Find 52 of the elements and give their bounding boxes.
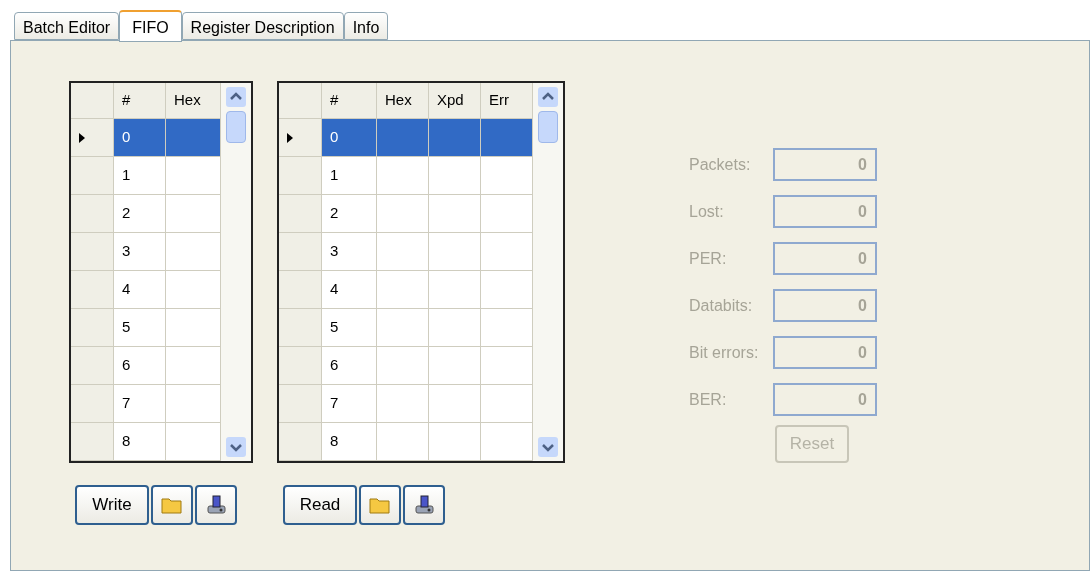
tab[interactable]: Info bbox=[343, 12, 389, 40]
column-header[interactable]: # bbox=[114, 83, 166, 118]
action-button[interactable]: Write bbox=[75, 485, 149, 525]
column-header[interactable]: # bbox=[322, 83, 377, 118]
table-cell: 2 bbox=[322, 195, 377, 232]
disk-drive-icon bbox=[413, 494, 435, 516]
table-cell: 3 bbox=[114, 233, 166, 270]
table-cell: 8 bbox=[322, 423, 377, 460]
table-cell: 5 bbox=[322, 309, 377, 346]
table-cell: 3 bbox=[322, 233, 377, 270]
table-cell: 7 bbox=[322, 385, 377, 422]
folder-icon bbox=[369, 496, 391, 514]
scroll-thumb[interactable] bbox=[226, 111, 246, 143]
scrollbar[interactable] bbox=[221, 83, 251, 461]
field-label: Lost: bbox=[689, 201, 725, 222]
field-label: Databits: bbox=[689, 295, 754, 316]
field-label: Bit errors: bbox=[689, 342, 760, 363]
save-button[interactable] bbox=[403, 485, 445, 525]
field-label: PER: bbox=[689, 248, 728, 269]
scroll-thumb[interactable] bbox=[538, 111, 558, 143]
chevron-down-icon[interactable] bbox=[538, 437, 558, 457]
table-cell: 4 bbox=[322, 271, 377, 308]
table-cell: 8 bbox=[114, 423, 166, 460]
chevron-up-icon[interactable] bbox=[538, 87, 558, 107]
table-cell: 5 bbox=[114, 309, 166, 346]
table-cell: 1 bbox=[114, 157, 166, 194]
field-label: BER: bbox=[689, 389, 728, 410]
row-pointer-icon bbox=[287, 132, 293, 143]
open-button[interactable] bbox=[151, 485, 193, 525]
tab[interactable]: FIFO bbox=[119, 10, 182, 42]
chevron-up-icon[interactable] bbox=[226, 87, 246, 107]
scrollbar[interactable] bbox=[533, 83, 563, 461]
action-button[interactable]: Read bbox=[283, 485, 357, 525]
table-cell: 6 bbox=[114, 347, 166, 384]
save-button[interactable] bbox=[195, 485, 237, 525]
open-button[interactable] bbox=[359, 485, 401, 525]
table-cell: 7 bbox=[114, 385, 166, 422]
disk-drive-icon bbox=[205, 494, 227, 516]
tab[interactable]: Register Description bbox=[181, 12, 344, 40]
field-label: Packets: bbox=[689, 154, 752, 175]
folder-icon bbox=[161, 496, 183, 514]
tab[interactable]: Batch Editor bbox=[14, 12, 120, 40]
table-cell: 6 bbox=[322, 347, 377, 384]
column-header[interactable]: Xpd bbox=[429, 83, 481, 118]
table-cell: 4 bbox=[114, 271, 166, 308]
column-header[interactable]: Hex bbox=[377, 83, 429, 118]
table-cell: 2 bbox=[114, 195, 166, 232]
table-cell: 0 bbox=[114, 119, 166, 156]
chevron-down-icon[interactable] bbox=[226, 437, 246, 457]
row-pointer-icon bbox=[79, 132, 85, 143]
table-cell: 0 bbox=[322, 119, 377, 156]
table-cell: 1 bbox=[322, 157, 377, 194]
